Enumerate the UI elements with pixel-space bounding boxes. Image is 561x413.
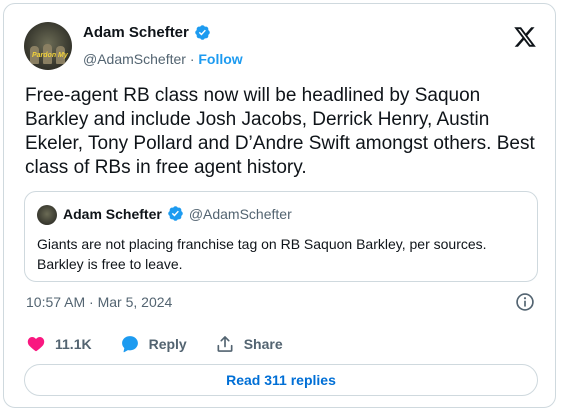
quoted-tweet[interactable]: Adam Schefter @AdamSchefter Giants are n… [24, 191, 538, 282]
share-button[interactable]: Share [215, 334, 283, 354]
author-handle[interactable]: @AdamSchefter [83, 51, 186, 67]
reply-bubble-icon [121, 336, 138, 353]
author-name[interactable]: Adam Schefter [83, 24, 189, 41]
author-avatar[interactable]: Pardon My [24, 22, 72, 70]
verified-badge-icon [195, 25, 210, 40]
verified-badge-icon [168, 206, 183, 221]
quoted-author-name: Adam Schefter [63, 205, 162, 222]
like-count: 11.1K [55, 336, 92, 352]
tweet-timestamp[interactable]: 10:57 AM · Mar 5, 2024 [26, 294, 172, 310]
author-name-row: Adam Schefter [83, 24, 211, 41]
reply-button[interactable]: Reply [120, 334, 187, 354]
quoted-author-handle: @AdamSchefter [188, 205, 292, 222]
quoted-author-avatar [37, 205, 57, 225]
avatar-logo-text: Pardon My [32, 52, 68, 59]
action-bar: 11.1K Reply Share [26, 334, 311, 354]
share-icon [217, 336, 233, 352]
separator-dot: · [189, 51, 195, 67]
follow-button[interactable]: Follow [198, 51, 242, 67]
author-handle-row: @AdamSchefter · Follow [83, 51, 243, 67]
read-replies-button[interactable]: Read 311 replies [24, 364, 538, 396]
heart-icon [27, 336, 45, 352]
tweet-card: Pardon My Adam Schefter @AdamSchefter · … [3, 3, 556, 408]
quoted-text: Giants are not placing franchise tag on … [37, 236, 487, 272]
x-logo-icon[interactable] [513, 25, 537, 49]
quoted-header: Adam Schefter @AdamSchefter [63, 205, 292, 222]
like-button[interactable]: 11.1K [26, 334, 92, 354]
reply-label: Reply [148, 336, 187, 352]
share-label: Share [243, 336, 283, 352]
tweet-text: Free-agent RB class now will be headline… [25, 85, 535, 178]
info-icon[interactable] [515, 292, 535, 312]
